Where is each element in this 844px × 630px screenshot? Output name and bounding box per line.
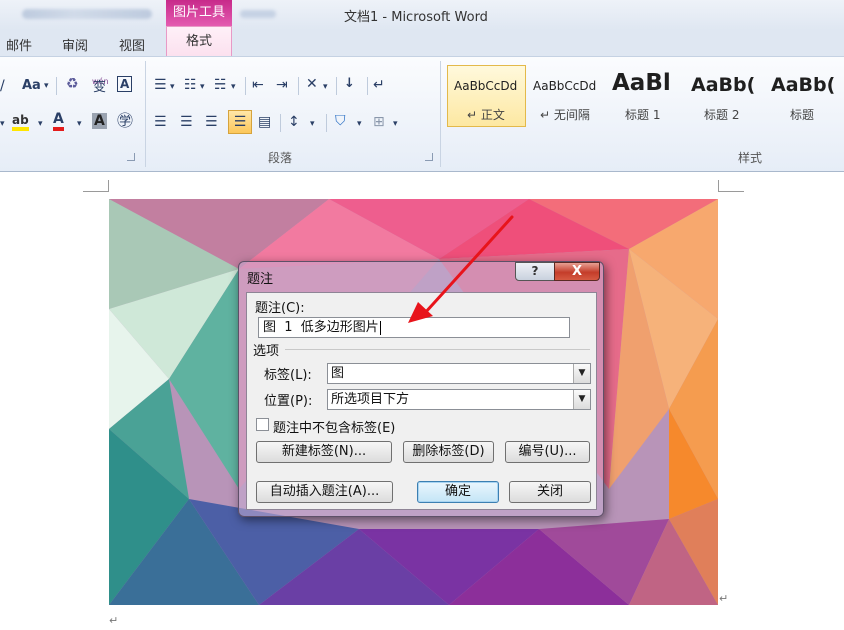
shading-icon[interactable]: ⛉ xyxy=(335,112,346,130)
paragraph-mark: ↵ xyxy=(719,592,729,605)
justify-icon[interactable]: ☰ xyxy=(228,110,252,134)
dropdown-arrow-icon[interactable]: ▾ xyxy=(0,115,5,133)
exclude-label-text: 题注中不包含标签(E) xyxy=(273,421,396,436)
tab-review[interactable]: 审阅 xyxy=(62,35,88,54)
tab-mailings[interactable]: 邮件 xyxy=(6,35,32,54)
highlight-icon[interactable]: ab xyxy=(12,113,29,131)
style-preview-heading1[interactable]: AaBl xyxy=(612,70,676,96)
new-label-button[interactable]: 新建标签(N)... xyxy=(256,441,392,463)
section-divider xyxy=(285,349,590,350)
ribbon-tabs: 邮件 审阅 视图 xyxy=(0,30,844,56)
decrease-indent-icon[interactable]: ⇤ xyxy=(252,76,264,94)
align-right-icon[interactable]: ☰ xyxy=(205,113,218,131)
title-bar: 图片工具 文档1 - Microsoft Word xyxy=(0,0,844,30)
label-select[interactable]: 图 ▼ xyxy=(327,363,591,384)
italic-fragment-icon[interactable]: / xyxy=(0,77,5,95)
font-dialog-launcher[interactable] xyxy=(127,153,135,161)
close-window-button[interactable]: X xyxy=(554,262,600,281)
style-label-no-spacing[interactable]: ↵ 无间隔 xyxy=(540,106,590,123)
char-shading-icon[interactable]: A xyxy=(92,113,107,129)
styles-group-label: 样式 xyxy=(738,151,763,165)
dropdown-arrow-icon[interactable]: ▾ xyxy=(310,115,315,133)
paragraph-mark: ↵ xyxy=(109,614,119,627)
dropdown-arrow-icon[interactable]: ▾ xyxy=(393,115,398,133)
distributed-icon[interactable]: ▤ xyxy=(258,113,271,131)
dropdown-arrow-icon[interactable]: ▾ xyxy=(77,115,82,133)
caption-value: 图 1 低多边形图片 xyxy=(263,320,379,335)
increase-indent-icon[interactable]: ⇥ xyxy=(276,76,288,94)
autocaption-button[interactable]: 自动插入题注(A)... xyxy=(256,481,393,503)
style-label-title[interactable]: 标题 xyxy=(790,106,814,123)
dropdown-arrow-icon[interactable]: ▾ xyxy=(170,78,175,96)
tab-view[interactable]: 视图 xyxy=(119,35,145,54)
borders-icon[interactable]: ⊞ xyxy=(373,113,385,131)
chevron-down-icon[interactable]: ▼ xyxy=(573,364,590,383)
tab-format[interactable]: 格式 xyxy=(166,26,232,57)
label-select-value: 图 xyxy=(331,366,345,381)
caption-dialog: 题注 ? X 题注(C): 图 1 低多边形图片 选项 标签(L): 图 ▼ 位… xyxy=(238,261,604,517)
show-marks-icon[interactable]: ↵ xyxy=(373,76,385,94)
style-preview-normal[interactable]: AaBbCcDd xyxy=(454,79,517,93)
dropdown-arrow-icon[interactable]: ▾ xyxy=(231,78,236,96)
dropdown-arrow-icon[interactable]: ▾ xyxy=(44,77,49,95)
quick-access-customize[interactable] xyxy=(240,10,276,18)
page-corner-mark xyxy=(83,180,109,192)
dialog-body: 题注(C): 图 1 低多边形图片 选项 标签(L): 图 ▼ 位置(P): 所… xyxy=(246,292,597,510)
dropdown-arrow-icon[interactable]: ▾ xyxy=(200,78,205,96)
help-button[interactable]: ? xyxy=(515,262,555,281)
quick-access-toolbar[interactable] xyxy=(22,9,152,19)
multilevel-list-icon[interactable]: ☵ xyxy=(214,76,227,94)
line-spacing-icon[interactable]: ↕ xyxy=(288,113,300,131)
style-label-normal[interactable]: ↵ 正文 xyxy=(467,106,505,123)
clear-format-icon[interactable]: ♻ xyxy=(66,75,79,93)
caption-input[interactable]: 图 1 低多边形图片 xyxy=(258,317,570,338)
close-button[interactable]: 关闭 xyxy=(509,481,591,503)
align-left-icon[interactable]: ☰ xyxy=(154,113,167,131)
label-field-label: 标签(L): xyxy=(264,368,312,383)
style-preview-heading2[interactable]: AaBb( xyxy=(691,74,761,96)
style-preview-title[interactable]: AaBb( xyxy=(771,74,841,96)
font-color-icon[interactable]: A xyxy=(53,112,64,131)
ok-button[interactable]: 确定 xyxy=(417,481,499,503)
chevron-down-icon[interactable]: ▼ xyxy=(573,390,590,409)
enclose-char-icon[interactable]: ㊫ xyxy=(117,112,133,130)
style-preview-no-spacing[interactable]: AaBbCcDd xyxy=(533,79,596,93)
page-corner-mark xyxy=(718,180,744,192)
dialog-title: 题注 xyxy=(247,272,274,287)
sort-icon[interactable]: ↓ xyxy=(344,75,355,93)
paragraph-group-label: 段落 xyxy=(268,151,293,165)
phonetic-guide-icon[interactable]: 变 xyxy=(93,79,106,97)
dropdown-arrow-icon[interactable]: ▾ xyxy=(357,115,362,133)
caption-label: 题注(C): xyxy=(255,301,305,316)
position-select[interactable]: 所选项目下方 ▼ xyxy=(327,389,591,410)
style-label-heading2[interactable]: 标题 2 xyxy=(704,106,739,123)
char-border-icon[interactable]: A xyxy=(117,76,133,92)
options-section-label: 选项 xyxy=(253,344,280,359)
numbering-button[interactable]: 编号(U)... xyxy=(505,441,590,463)
delete-label-button[interactable]: 删除标签(D) xyxy=(403,441,494,463)
position-select-value: 所选项目下方 xyxy=(331,392,410,407)
dropdown-arrow-icon[interactable]: ▾ xyxy=(38,115,43,133)
change-case-button[interactable]: Aa xyxy=(22,77,41,95)
window-title: 文档1 - Microsoft Word xyxy=(344,10,488,25)
bullets-icon[interactable]: ☰ xyxy=(154,76,167,94)
chinese-layout-icon[interactable]: ✕ xyxy=(306,75,318,93)
text-caret xyxy=(379,320,381,335)
exclude-label-checkbox[interactable] xyxy=(256,418,269,431)
dropdown-arrow-icon[interactable]: ▾ xyxy=(323,78,328,96)
numbering-icon[interactable]: ☷ xyxy=(184,76,197,94)
align-center-icon[interactable]: ☰ xyxy=(180,113,193,131)
paragraph-dialog-launcher[interactable] xyxy=(425,153,433,161)
position-field-label: 位置(P): xyxy=(264,394,313,409)
style-label-heading1[interactable]: 标题 1 xyxy=(625,106,660,123)
picture-tools-context-tab: 图片工具 xyxy=(166,0,232,26)
